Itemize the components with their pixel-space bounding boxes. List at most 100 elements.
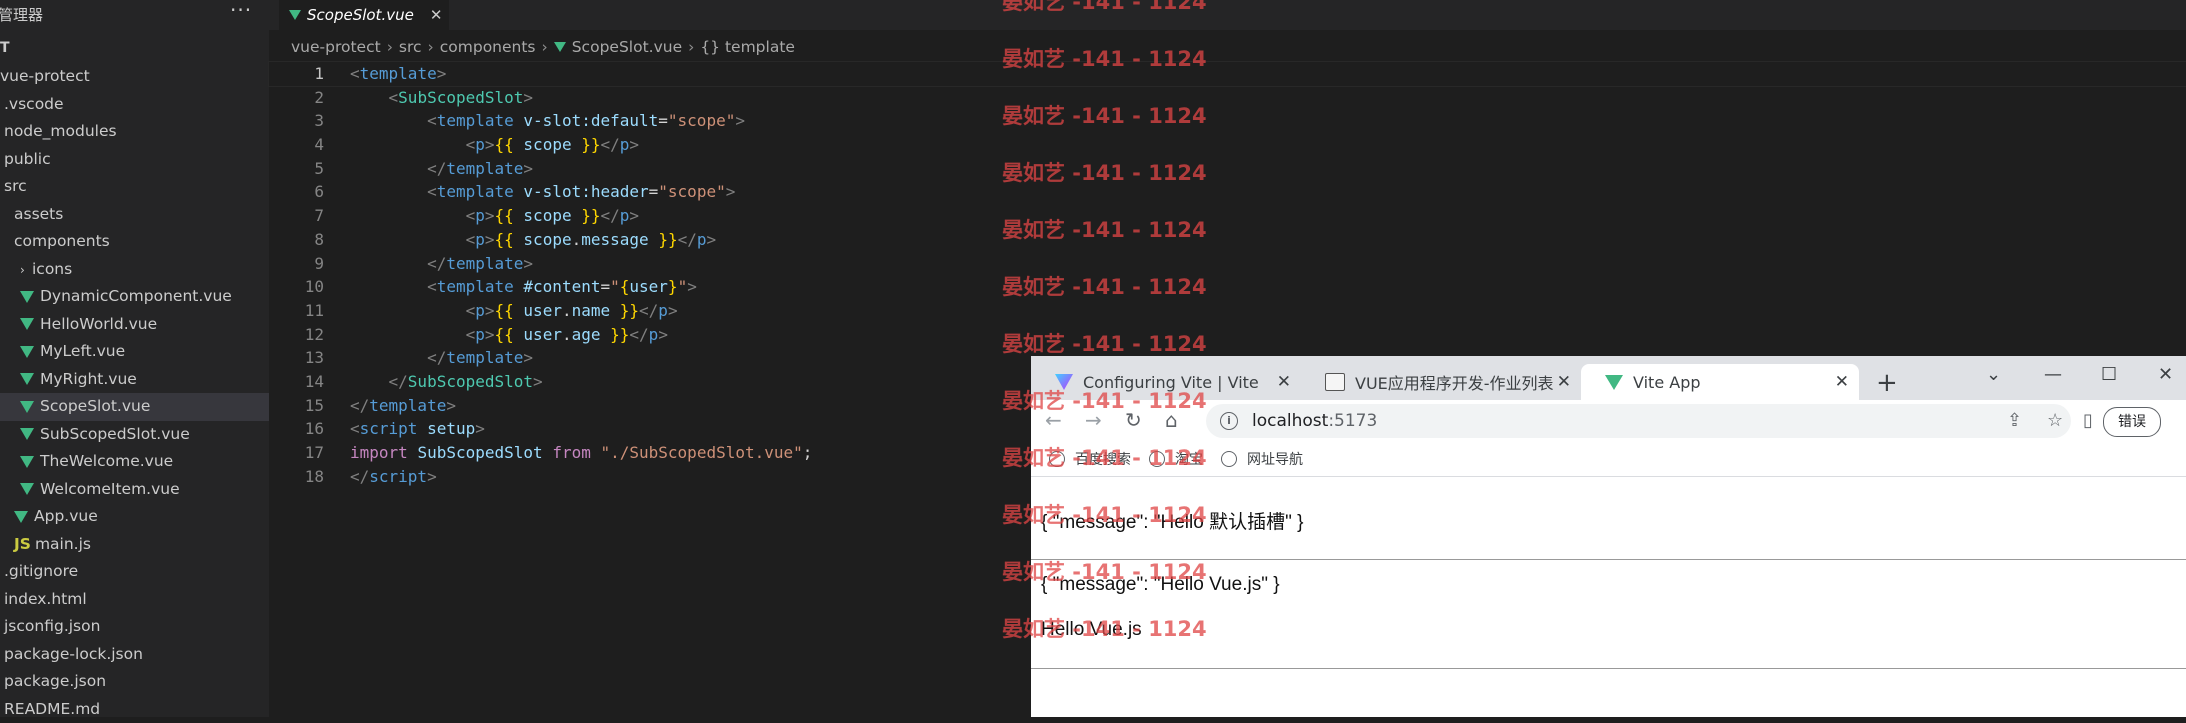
tree-item-label: HelloWorld.vue [40, 315, 157, 333]
tree-item-label: package.json [4, 672, 106, 690]
tree-item[interactable]: jsconfig.json [0, 613, 269, 641]
window-close-icon[interactable]: ✕ [2158, 364, 2173, 385]
chevron-right-icon: › [387, 38, 393, 56]
tree-item-label: .vscode [4, 95, 64, 113]
watermark-text: 晏如艺 -141 - 1124 [1002, 49, 1302, 106]
watermark-text: 晏如艺 -141 - 1124 [1002, 505, 1302, 562]
watermark-text: 晏如艺 -141 - 1124 [1002, 106, 1302, 163]
tree-item-label: vue-protect [0, 67, 90, 85]
vue-file-icon [20, 483, 34, 495]
tree-item[interactable]: MyLeft.vue [0, 338, 269, 366]
chevron-right-icon: › [20, 257, 32, 285]
tree-item[interactable]: assets [0, 201, 269, 229]
explorer-title: 资源管理器 [0, 4, 43, 25]
tree-item[interactable]: public [0, 146, 269, 174]
tree-item-label: main.js [35, 535, 91, 553]
line-number: 4 [269, 133, 324, 157]
tree-item-label: TheWelcome.vue [40, 452, 173, 470]
address-bar[interactable]: i localhost:5173 [1206, 404, 2071, 438]
error-button[interactable]: 错误 [2103, 407, 2161, 437]
vue-file-icon [20, 456, 34, 468]
tree-item[interactable]: SubScopedSlot.vue [0, 421, 269, 449]
watermark-text: 晏如艺 -141 - 1124 [1002, 619, 1302, 676]
tab-label: ScopeSlot.vue [307, 6, 414, 24]
star-bookmark-icon[interactable]: ☆ [2047, 410, 2063, 431]
watermark-text: 晏如艺 -141 - 1124 [1002, 0, 1302, 49]
share-icon[interactable]: ⇪ [2007, 410, 2022, 431]
line-number: 13 [269, 346, 324, 370]
tree-item-label: DynamicComponent.vue [40, 287, 232, 305]
line-number: 17 [269, 441, 324, 465]
tree-item[interactable]: ScopeSlot.vue [0, 393, 269, 421]
breadcrumb-item[interactable]: src [399, 38, 422, 56]
file-tree: vue-protect .vscode node_modulespublic src a… [0, 63, 269, 723]
tree-item-label: package-lock.json [4, 645, 143, 663]
vue-file-icon [554, 42, 566, 52]
chevron-right-icon: › [542, 38, 548, 56]
more-actions-icon[interactable]: ··· [230, 0, 252, 22]
tree-item-label: WelcomeItem.vue [40, 480, 180, 498]
breadcrumb-item[interactable]: ScopeSlot.vue [572, 38, 682, 56]
minimize-icon[interactable]: — [2044, 364, 2062, 385]
vue-file-icon [20, 401, 34, 413]
watermark-text: 晏如艺 -141 - 1124 [1002, 562, 1302, 619]
watermark-text: 晏如艺 -141 - 1124 [1002, 448, 1302, 505]
close-icon[interactable]: ✕ [1557, 372, 1571, 392]
tree-item[interactable]: App.vue [0, 503, 269, 531]
tree-item[interactable]: ›icons [0, 256, 269, 284]
breadcrumb-item[interactable]: components [440, 38, 536, 56]
maximize-icon[interactable]: ☐ [2101, 364, 2117, 385]
new-tab-button[interactable]: + [1876, 368, 1898, 398]
tree-item[interactable]: JSmain.js [0, 531, 269, 559]
tree-item[interactable]: DynamicComponent.vue [0, 283, 269, 311]
chevron-right-icon: › [428, 38, 434, 56]
close-icon[interactable]: ✕ [430, 6, 443, 24]
chevron-right-icon: › [688, 38, 694, 56]
browser-tab-label: VUE应用程序开发-作业列表 [1355, 370, 1554, 394]
tree-item[interactable]: package-lock.json [0, 641, 269, 669]
js-file-icon: JS [14, 535, 31, 553]
line-number: 9 [269, 252, 324, 276]
tree-item-label: MyLeft.vue [40, 342, 125, 360]
explorer-section-header[interactable]: T [0, 40, 10, 56]
line-number: 15 [269, 394, 324, 418]
line-number: 1 [269, 62, 324, 86]
tree-item[interactable]: HelloWorld.vue [0, 311, 269, 339]
watermark-text: 晏如艺 -141 - 1124 [1002, 277, 1302, 334]
tree-item[interactable]: MyRight.vue [0, 366, 269, 394]
tab-scopeslot[interactable]: ScopeSlot.vue ✕ [279, 0, 449, 30]
tree-item[interactable]: node_modules [0, 118, 269, 146]
watermark-overlay: 晏如艺 -141 - 1124晏如艺 -141 - 1124晏如艺 -141 -… [1002, 0, 1302, 676]
breadcrumb-item[interactable]: vue-protect [291, 38, 381, 56]
breadcrumb: vue-protect › src › components › ScopeSl… [291, 38, 795, 56]
tree-item[interactable]: components [0, 228, 269, 256]
tree-item[interactable]: package.json [0, 668, 269, 696]
tree-item[interactable]: .vscode [0, 91, 269, 119]
vue-file-icon [20, 291, 34, 303]
vue-file-icon [20, 346, 34, 358]
tree-item-label: .gitignore [4, 562, 78, 580]
tree-item[interactable]: WelcomeItem.vue [0, 476, 269, 504]
vue-file-icon [289, 10, 301, 20]
line-number: 16 [269, 417, 324, 441]
tree-item[interactable]: TheWelcome.vue [0, 448, 269, 476]
close-icon[interactable]: ✕ [1835, 372, 1849, 392]
breadcrumb-item[interactable]: {} template [700, 38, 795, 56]
browser-tab-vite-app[interactable]: Vite App ✕ [1581, 364, 1859, 400]
tree-item[interactable]: index.html [0, 586, 269, 614]
side-panel-icon[interactable]: ▯ [2083, 410, 2093, 431]
site-favicon-icon [1325, 373, 1345, 391]
tree-item-label: icons [32, 260, 72, 278]
tree-item[interactable]: README.md [0, 696, 269, 723]
browser-tab-vue-assignments[interactable]: VUE应用程序开发-作业列表 ✕ [1301, 364, 1581, 400]
line-number: 6 [269, 180, 324, 204]
tree-item[interactable]: .gitignore [0, 558, 269, 586]
tab-search-icon[interactable]: ⌄ [1986, 364, 2001, 385]
tree-item[interactable]: vue-protect [0, 63, 269, 91]
tree-item[interactable]: src [0, 173, 269, 201]
vue-file-icon [14, 511, 28, 523]
line-number: 11 [269, 299, 324, 323]
watermark-text: 晏如艺 -141 - 1124 [1002, 334, 1302, 391]
watermark-text: 晏如艺 -141 - 1124 [1002, 163, 1302, 220]
tree-item-label: src [4, 177, 27, 195]
